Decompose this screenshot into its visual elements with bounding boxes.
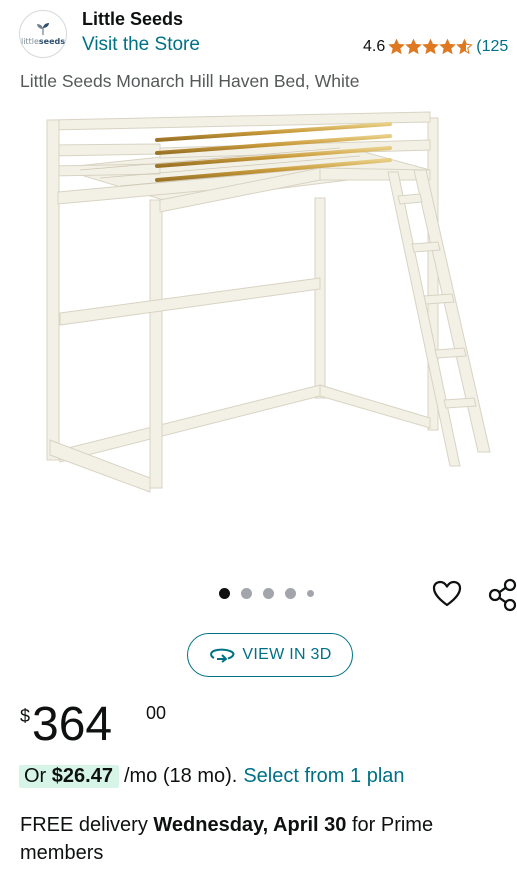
- financing-offer: Or $26.47 /mo (18 mo). Select from 1 pla…: [19, 765, 405, 788]
- star-full-icon: [422, 39, 440, 55]
- carousel-indicator[interactable]: [219, 588, 325, 599]
- view-in-3d-button[interactable]: VIEW IN 3D: [187, 633, 353, 677]
- share-icon[interactable]: [486, 576, 517, 612]
- product-title: Little Seeds Monarch Hill Haven Bed, Whi…: [20, 71, 360, 91]
- view-in-3d-label: VIEW IN 3D: [242, 646, 332, 663]
- price-fraction: 00: [146, 703, 167, 723]
- brand-logo[interactable]: littleseeds: [19, 10, 67, 58]
- carousel-dot[interactable]: [285, 588, 296, 599]
- carousel-dot[interactable]: [263, 588, 274, 599]
- monthly-payment-badge: Or $26.47: [19, 765, 119, 788]
- logo-wordmark: littleseeds: [21, 37, 65, 46]
- rating-count[interactable]: (125: [476, 38, 508, 56]
- store-header: littleseeds Little Seeds Visit the Store…: [0, 0, 517, 62]
- star-rating: [388, 39, 474, 55]
- select-plan-link[interactable]: Select from 1 plan: [243, 765, 404, 788]
- visit-store-link[interactable]: Visit the Store: [82, 34, 200, 56]
- delivery-date: Wednesday, April 30: [153, 814, 347, 836]
- carousel-dot[interactable]: [307, 590, 314, 597]
- price-whole: 364: [32, 698, 113, 751]
- product-image[interactable]: [20, 100, 500, 550]
- rating-summary[interactable]: 4.6 (125: [363, 37, 508, 57]
- monthly-amount: $26.47: [51, 765, 113, 787]
- star-full-icon: [439, 39, 457, 55]
- price-currency-symbol: $: [20, 706, 31, 726]
- delivery-prefix: FREE delivery: [20, 814, 148, 836]
- monthly-prefix: Or: [24, 765, 47, 787]
- rotate-3d-icon: [210, 648, 235, 663]
- monthly-term: /mo (18 mo).: [123, 765, 238, 787]
- star-full-icon: [405, 39, 423, 55]
- rating-value: 4.6: [363, 38, 386, 55]
- star-full-icon: [388, 39, 406, 55]
- delivery-info: FREE delivery Wednesday, April 30 for Pr…: [20, 811, 500, 867]
- carousel-dot[interactable]: [241, 588, 252, 599]
- star-half-icon: [456, 39, 474, 55]
- sprout-icon: [37, 23, 49, 35]
- carousel-dot[interactable]: [219, 588, 230, 599]
- heart-icon[interactable]: [431, 578, 463, 610]
- brand-name: Little Seeds: [82, 9, 184, 29]
